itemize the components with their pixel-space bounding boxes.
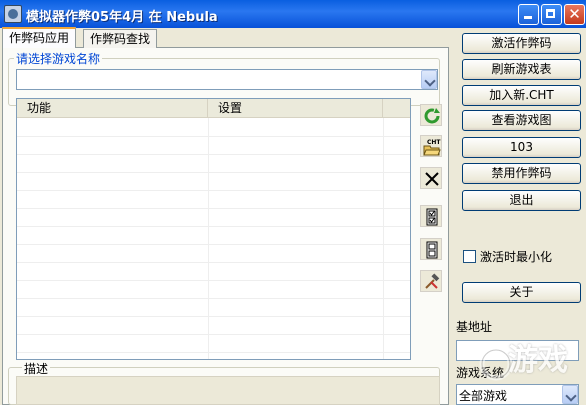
- load-cht-button[interactable]: CHT: [420, 135, 442, 157]
- close-button[interactable]: ✕: [564, 4, 585, 25]
- game-system-dropdown-button[interactable]: [562, 385, 578, 404]
- cheat-list[interactable]: 功能 设置: [16, 98, 411, 360]
- description-text: [16, 376, 440, 405]
- grid-line: [17, 262, 410, 263]
- grid-line: [17, 208, 410, 209]
- game-select-label: 请选择游戏名称: [14, 50, 103, 67]
- refresh-game-list-button[interactable]: 刷新游戏表: [462, 59, 581, 80]
- about-button[interactable]: 关于: [462, 282, 581, 303]
- exit-button[interactable]: 退出: [462, 190, 581, 211]
- grid-line: [17, 190, 410, 191]
- watermark-text: 游戏: [508, 343, 568, 378]
- column-header-filler: [383, 99, 410, 118]
- grid-line: [17, 316, 410, 317]
- tab-cheat-apply[interactable]: 作弊码应用: [2, 27, 77, 48]
- app-icon: [4, 5, 22, 23]
- chevron-down-icon: [565, 390, 577, 402]
- count-button[interactable]: 103: [462, 137, 581, 158]
- minimize-on-activate-label[interactable]: 激活时最小化: [480, 248, 552, 265]
- tools-icon: [425, 273, 440, 289]
- grid-line: [17, 280, 410, 281]
- refresh-cheats-button[interactable]: [420, 104, 442, 126]
- check-all-icon: [426, 208, 438, 226]
- check-all-button[interactable]: [420, 205, 442, 227]
- add-cht-button[interactable]: 加入新.CHT: [462, 85, 581, 106]
- grid-line: [17, 226, 410, 227]
- delete-icon: [425, 172, 439, 186]
- column-header-setting[interactable]: 设置: [208, 99, 383, 118]
- description-label: 描述: [22, 360, 51, 377]
- uncheck-all-button[interactable]: [420, 238, 442, 260]
- minimize-icon: [519, 5, 538, 24]
- grid-line: [17, 334, 410, 335]
- close-icon: ✕: [568, 5, 581, 23]
- window-title: 模拟器作弊05年4月 在 Nebula: [26, 10, 218, 25]
- open-cht-icon: CHT: [423, 139, 441, 156]
- grid-line: [17, 136, 410, 137]
- game-system-label: 游戏系统: [456, 366, 505, 380]
- disable-cheats-button[interactable]: 禁用作弊码: [462, 163, 581, 184]
- maximize-icon: [542, 5, 561, 24]
- tools-button[interactable]: [420, 270, 442, 292]
- activate-cheats-button[interactable]: 激活作弊码: [462, 33, 581, 54]
- grid-line: [17, 298, 410, 299]
- view-game-image-button[interactable]: 查看游戏图: [462, 110, 581, 131]
- game-select-combo[interactable]: [16, 69, 438, 90]
- minimize-on-activate-checkbox[interactable]: [463, 250, 476, 263]
- delete-cheat-button[interactable]: [420, 167, 442, 189]
- game-select-dropdown-button[interactable]: [421, 70, 437, 89]
- refresh-icon: [424, 108, 440, 124]
- uncheck-all-icon: [426, 241, 438, 259]
- base-address-label: 基地址: [456, 320, 493, 334]
- column-header-function[interactable]: 功能: [17, 99, 208, 118]
- minimize-button[interactable]: [518, 4, 539, 25]
- maximize-button[interactable]: [541, 4, 562, 25]
- svg-text:CHT: CHT: [427, 139, 441, 146]
- chevron-down-icon: [424, 75, 436, 87]
- grid-line: [383, 118, 384, 359]
- grid-line: [208, 118, 209, 359]
- game-system-selected-value: 全部游戏: [459, 389, 508, 403]
- grid-line: [17, 244, 410, 245]
- grid-line: [17, 352, 410, 353]
- grid-line: [17, 154, 410, 155]
- tab-cheat-search[interactable]: 作弊码查找: [83, 29, 158, 48]
- grid-line: [17, 172, 410, 173]
